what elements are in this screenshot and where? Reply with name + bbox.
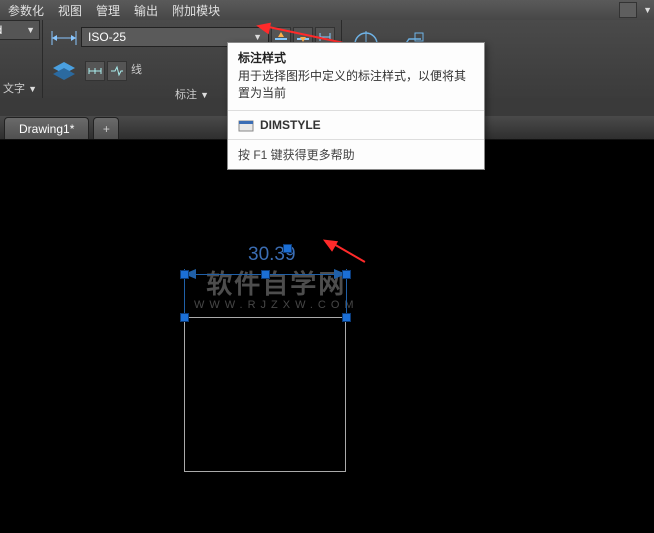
linear-continue-icon[interactable] [85, 61, 105, 81]
grip-handle[interactable] [342, 270, 351, 279]
tooltip-description: 用于选择图形中定义的标注样式，以便将其置为当前 [228, 68, 484, 110]
grip-handle[interactable] [180, 313, 189, 322]
drawing-canvas[interactable]: 软件自学网 WWW.RJZXW.COM 30.39 [0, 140, 654, 533]
text-style-combo[interactable]: ard ▼ [0, 20, 40, 40]
panel-caption-label: 文字 [3, 83, 25, 95]
break-line-icon[interactable] [107, 61, 127, 81]
quick-access-toolbar: ▼ [619, 0, 652, 20]
grip-handle[interactable] [283, 244, 292, 253]
rectangle-object[interactable] [184, 317, 346, 472]
chevron-down-icon[interactable]: ▼ [200, 90, 209, 100]
menu-item[interactable]: 视图 [58, 2, 82, 19]
chevron-down-icon[interactable]: ▼ [643, 5, 652, 15]
menu-bar: 参数化 视图 管理 输出 附加模块 ▼ [0, 0, 654, 20]
menu-item[interactable]: 管理 [96, 2, 120, 19]
tooltip-help: 按 F1 键获得更多帮助 [238, 146, 355, 163]
dimstyle-tooltip: 标注样式 用于选择图形中定义的标注样式，以便将其置为当前 DIMSTYLE 按 … [227, 42, 485, 170]
layer-stack-icon[interactable] [49, 56, 79, 86]
menu-item[interactable]: 附加模块 [172, 2, 220, 19]
annotation-arrow-head [255, 20, 271, 35]
grip-handle[interactable] [342, 313, 351, 322]
menu-item[interactable]: 参数化 [8, 2, 44, 19]
annotation-arrow-head [320, 234, 338, 251]
document-tab-label: Drawing1* [19, 122, 74, 136]
qat-item[interactable] [619, 2, 637, 18]
panel-caption: 文字 ▼ [3, 80, 37, 96]
document-tab-active[interactable]: Drawing1* [4, 117, 89, 139]
plus-icon: + [103, 122, 110, 136]
tooltip-title: 标注样式 [228, 43, 484, 68]
linear-dim-icon[interactable] [49, 22, 79, 52]
text-panel-fragment: ard ▼ 文字 ▼ [0, 20, 40, 98]
dim-style-value: ISO-25 [88, 30, 126, 44]
text-style-value: ard [0, 23, 2, 37]
icon-row-label: 线 [131, 61, 142, 81]
watermark-sub: WWW.RJZXW.COM [194, 299, 359, 311]
grip-handle[interactable] [261, 270, 270, 279]
chevron-down-icon: ▼ [26, 25, 35, 35]
annotation-arrow [332, 242, 366, 263]
dimstyle-cmd-icon [238, 117, 254, 133]
panel-divider [42, 20, 43, 98]
new-tab-button[interactable]: + [93, 117, 119, 139]
panel-caption-label: 标注 [175, 89, 197, 101]
chevron-down-icon[interactable]: ▼ [28, 84, 37, 94]
tooltip-command: DIMSTYLE [260, 118, 321, 132]
chevron-down-icon: ▼ [253, 32, 262, 42]
grip-handle[interactable] [180, 270, 189, 279]
menu-item[interactable]: 输出 [134, 2, 158, 19]
